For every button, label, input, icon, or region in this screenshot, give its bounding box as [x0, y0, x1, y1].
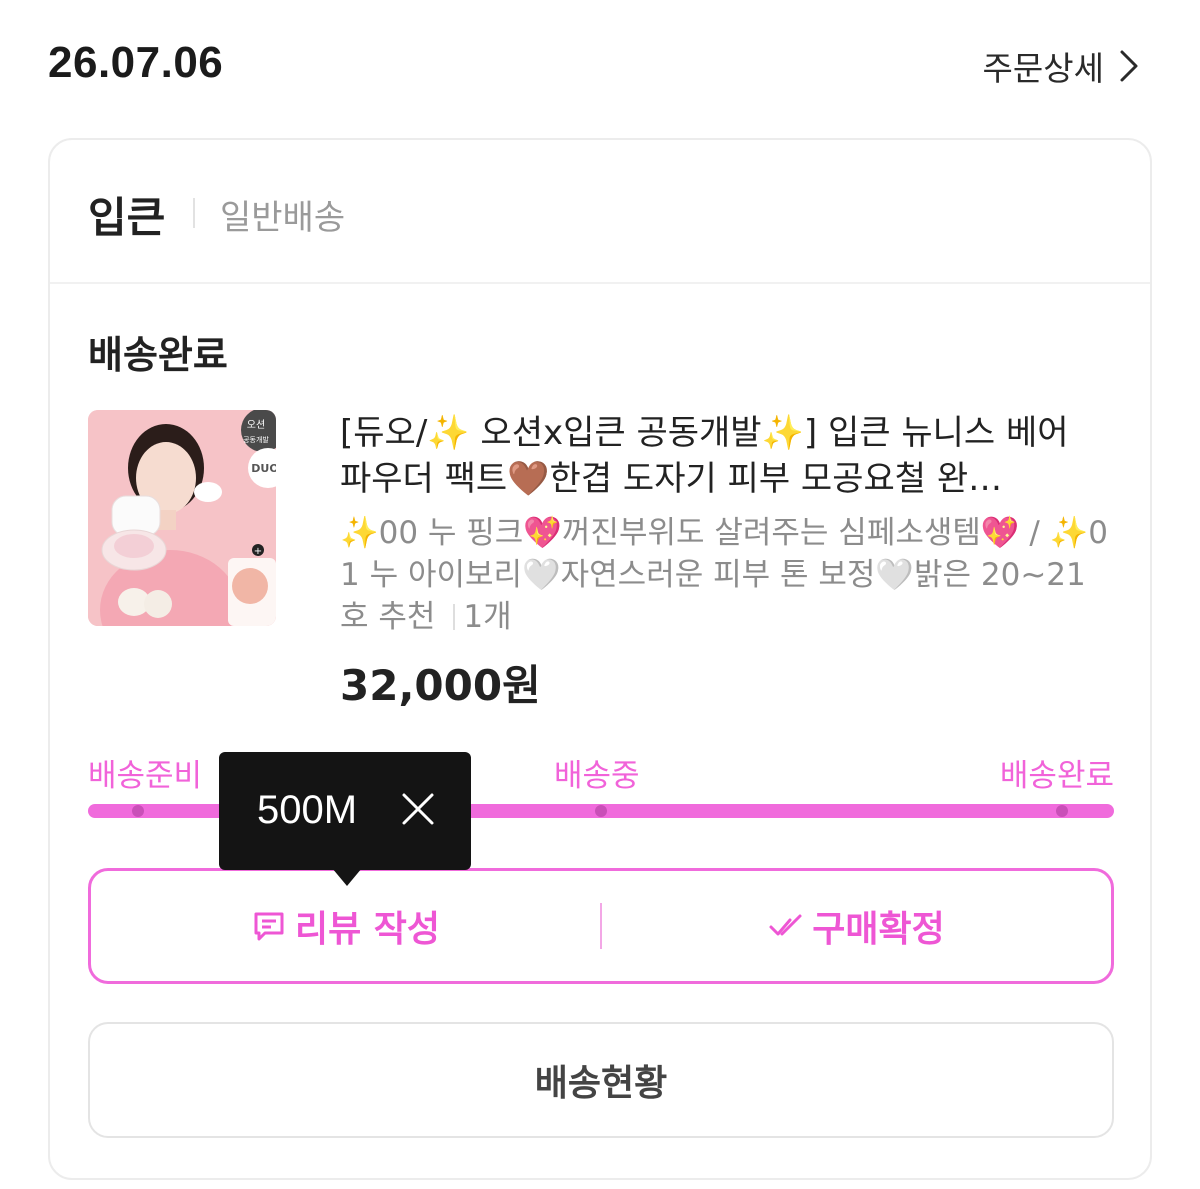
order-date: 26.07.06	[48, 38, 224, 87]
thumb-badge-sub: 공동개발	[243, 435, 269, 444]
product-info[interactable]: [듀오/✨ 오션x입큰 공동개발✨] 입큰 뉴니스 베어 파우더 팩트🤎한겹 도…	[340, 410, 1110, 713]
tooltip: 500M	[219, 752, 471, 870]
seller-name[interactable]: 입큰	[88, 184, 165, 245]
thumb-badge-duo: DUO	[251, 462, 276, 475]
product-image: 오션 공동개발 DUO +	[88, 410, 276, 626]
thumb-badge-top: 오션	[247, 419, 265, 431]
quantity-divider	[453, 604, 456, 630]
thumb-plus: +	[254, 546, 262, 557]
product-thumbnail[interactable]: 오션 공동개발 DUO +	[88, 410, 276, 626]
order-card: 입큰 일반배송 배송완료 오션 공동개발 DUO + [듀오/✨ 오션x입큰 공…	[48, 138, 1152, 1180]
product-name[interactable]: [듀오/✨ 오션x입큰 공동개발✨] 입큰 뉴니스 베어 파우더 팩트🤎한겹 도…	[340, 410, 1110, 502]
write-review-button[interactable]: 리뷰 작성	[91, 871, 600, 981]
progress-dot-preparing	[132, 805, 144, 817]
delivery-status-title: 배송완료	[88, 333, 228, 377]
write-review-label: 리뷰 작성	[294, 909, 440, 950]
step-label-delivered: 배송완료	[999, 758, 1114, 794]
order-header: 26.07.06 주문상세	[48, 38, 1148, 98]
step-label-preparing: 배송준비	[88, 758, 203, 794]
review-icon	[254, 912, 284, 941]
order-detail-link[interactable]: 주문상세	[983, 42, 1140, 90]
step-label-shipping: 배송중	[554, 758, 640, 794]
progress-dot-shipping	[595, 805, 607, 817]
chevron-right-icon	[1120, 50, 1138, 82]
delivery-tracking-button[interactable]: 배송현황	[88, 1022, 1114, 1138]
seller-row: 입큰 일반배송	[50, 140, 1150, 284]
tooltip-arrow	[332, 868, 362, 886]
seller-divider	[193, 198, 195, 228]
product-price: 32,000원	[340, 661, 541, 710]
tooltip-text: 500M	[257, 788, 358, 832]
product-quantity: 1개	[463, 599, 512, 635]
progress-dot-delivered	[1056, 805, 1068, 817]
shipping-type: 일반배송	[220, 198, 346, 238]
action-button-group: 리뷰 작성 구매확정	[88, 868, 1114, 984]
double-check-icon	[769, 914, 802, 936]
confirm-purchase-label: 구매확정	[812, 909, 945, 950]
close-icon[interactable]	[399, 790, 437, 828]
product-option: ✨00 누 핑크💖꺼진부위도 살려주는 심페소생템💖 / ✨01 누 아이보리🤍…	[340, 512, 1110, 638]
confirm-purchase-button[interactable]: 구매확정	[602, 871, 1111, 981]
order-detail-label: 주문상세	[982, 49, 1104, 88]
